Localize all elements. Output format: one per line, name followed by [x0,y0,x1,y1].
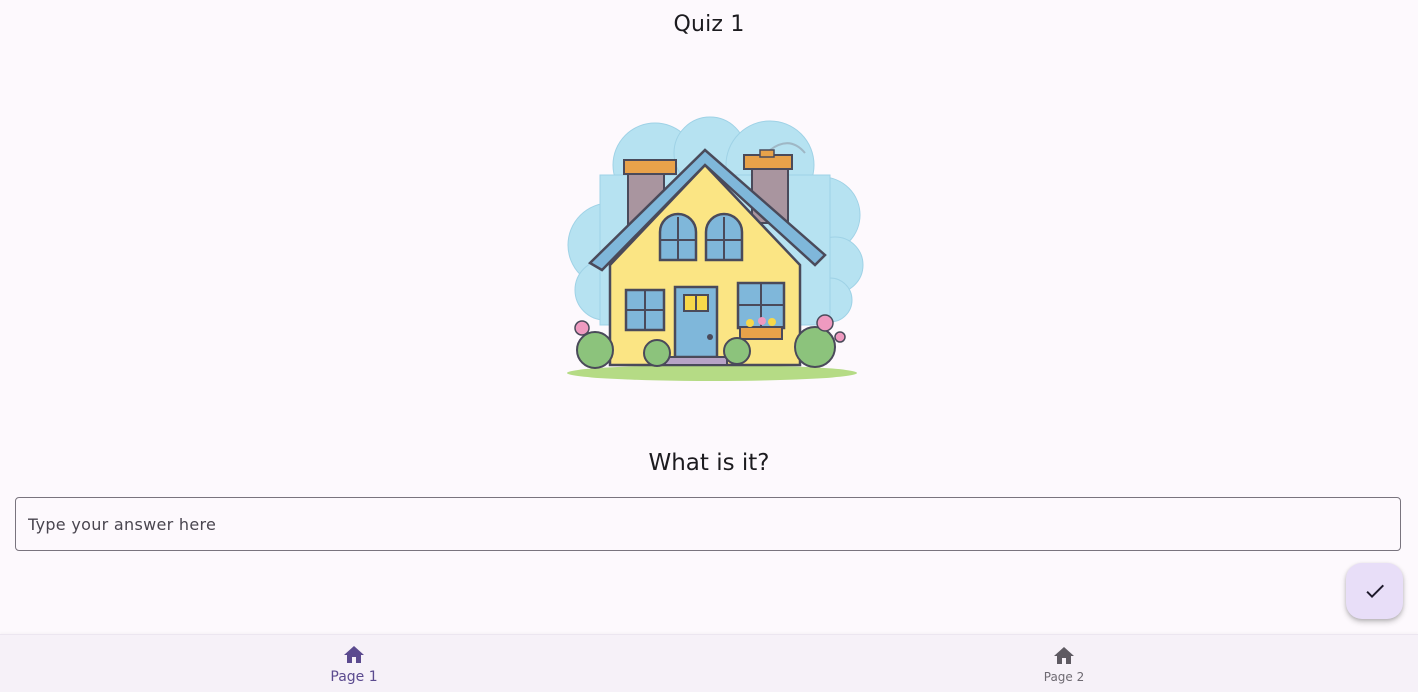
house-illustration [567,116,864,381]
nav-item-page-2[interactable]: Page 2 [964,635,1164,692]
nav-label-page-1: Page 1 [330,669,378,685]
check-icon [1365,584,1384,598]
page-title: Quiz 1 [673,12,745,37]
submit-answer-button[interactable] [1346,563,1403,619]
home-icon [1054,647,1074,664]
bottom-navigation: Page 1 Page 2 [0,634,1418,692]
home-icon [344,646,364,663]
answer-input[interactable] [15,497,1401,551]
nav-label-page-2: Page 2 [1043,670,1085,684]
quiz-question: What is it? [648,450,770,476]
quiz-screen: Quiz 1 What is it? Type your answer here… [0,0,1418,692]
nav-item-page-1[interactable]: Page 1 [254,635,454,692]
